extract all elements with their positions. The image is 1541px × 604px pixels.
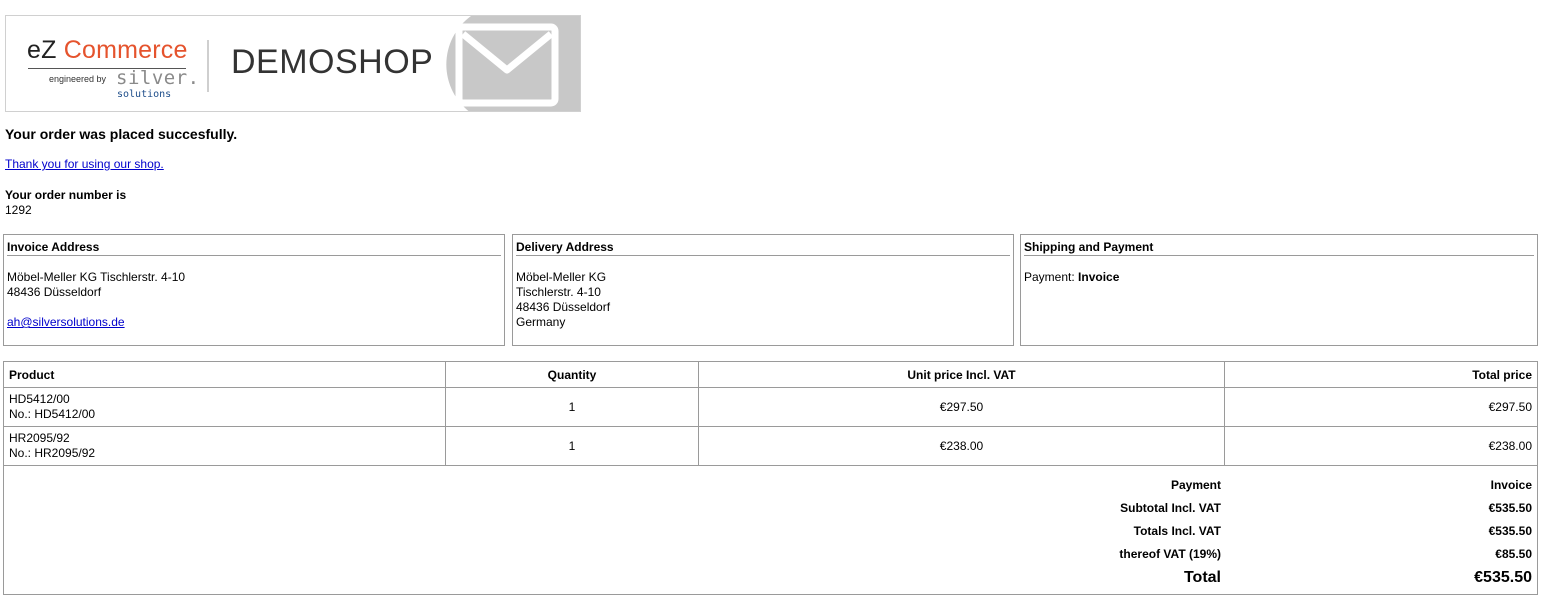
payment-value: Invoice — [1078, 270, 1120, 284]
totals-incl-vat-row: Totals Incl. VAT €535.50 — [737, 524, 1537, 547]
total-price-cell: €238.00 — [1224, 426, 1538, 466]
product-cell: HR2095/92 No.: HR2095/92 — [3, 426, 446, 466]
total-price-cell: €297.50 — [1224, 387, 1538, 427]
envelope-icon — [426, 16, 580, 111]
table-row: HD5412/00 No.: HD5412/00 1 €297.50 €297.… — [3, 387, 1538, 427]
product-cell: HD5412/00 No.: HD5412/00 — [3, 387, 446, 427]
shop-banner: eZ Commerce engineered by silver. soluti… — [5, 15, 581, 112]
shop-name: DEMOSHOP — [231, 43, 434, 81]
quantity-cell: 1 — [445, 387, 699, 427]
totals-box: Payment Invoice Subtotal Incl. VAT €535.… — [3, 464, 1538, 595]
product-name: HR2095/92 — [9, 431, 70, 445]
shipping-payment-box: Shipping and Payment Payment: Invoice — [1020, 234, 1538, 346]
header-unit-price: Unit price Incl. VAT — [698, 361, 1225, 388]
grand-total-row: Total €535.50 — [737, 569, 1537, 592]
subtotal-row: Subtotal Incl. VAT €535.50 — [737, 501, 1537, 524]
logo-silver: silver. — [116, 67, 200, 89]
invoice-address-line: Möbel-Meller KG Tischlerstr. 4-10 — [7, 270, 186, 284]
thank-you-link[interactable]: Thank you for using our shop. — [5, 157, 164, 171]
ez-commerce-logo: eZ Commerce — [27, 36, 188, 65]
totals-payment-value: Invoice — [1490, 478, 1532, 492]
delivery-address-country: Germany — [516, 315, 566, 329]
grand-total-label: Total — [1183, 569, 1221, 586]
product-number: No.: HD5412/00 — [9, 407, 96, 421]
header-product: Product — [3, 361, 446, 388]
subtotal-label: Subtotal Incl. VAT — [1120, 501, 1221, 515]
logo-solutions: solutions — [117, 89, 172, 100]
totals-payment-row: Payment Invoice — [737, 478, 1537, 501]
delivery-address-city: 48436 Düsseldorf — [516, 300, 611, 314]
invoice-address-box: Invoice Address Möbel-Meller KG Tischler… — [3, 234, 505, 346]
vat-value: €85.50 — [1495, 547, 1532, 561]
invoice-address-city: 48436 Düsseldorf — [7, 285, 102, 299]
delivery-address-box: Delivery Address Möbel-Meller KG Tischle… — [512, 234, 1014, 346]
vat-label: thereof VAT (19%) — [1119, 547, 1221, 561]
totals-incl-vat-value: €535.50 — [1488, 524, 1532, 538]
delivery-address-title: Delivery Address — [516, 240, 1010, 256]
quantity-cell: 1 — [445, 426, 699, 466]
totals-payment-label: Payment — [1170, 478, 1221, 492]
confirmation-headline: Your order was placed succesfully. — [5, 126, 238, 142]
shipping-payment-title: Shipping and Payment — [1024, 240, 1534, 256]
table-row: HR2095/92 No.: HR2095/92 1 €238.00 €238.… — [3, 426, 1538, 466]
vat-row: thereof VAT (19%) €85.50 — [737, 547, 1537, 570]
invoice-address-title: Invoice Address — [7, 240, 501, 256]
order-number: 1292 — [5, 203, 32, 217]
logo-engineered-by: engineered by — [49, 74, 107, 84]
header-total-price: Total price — [1224, 361, 1538, 388]
grand-total-value: €535.50 — [1474, 569, 1532, 586]
product-name: HD5412/00 — [9, 392, 70, 406]
table-header-row: Product Quantity Unit price Incl. VAT To… — [3, 361, 1538, 388]
logo-commerce-text: Commerce — [63, 36, 188, 64]
products-table: Product Quantity Unit price Incl. VAT To… — [3, 361, 1538, 466]
invoice-email-link[interactable]: ah@silversolutions.de — [7, 315, 125, 329]
totals-incl-vat-label: Totals Incl. VAT — [1133, 524, 1221, 538]
order-number-label: Your order number is — [5, 188, 127, 202]
unit-price-cell: €238.00 — [698, 426, 1225, 466]
payment-label: Payment: — [1024, 270, 1075, 284]
header-quantity: Quantity — [445, 361, 699, 388]
logo-ez-text: eZ — [27, 36, 57, 64]
delivery-address-street: Tischlerstr. 4-10 — [516, 285, 601, 299]
product-number: No.: HR2095/92 — [9, 446, 96, 460]
logo-divider — [207, 40, 209, 92]
delivery-address-company: Möbel-Meller KG — [516, 270, 607, 284]
subtotal-value: €535.50 — [1488, 501, 1532, 515]
payment-method: Payment: Invoice — [1024, 270, 1534, 285]
unit-price-cell: €297.50 — [698, 387, 1225, 427]
